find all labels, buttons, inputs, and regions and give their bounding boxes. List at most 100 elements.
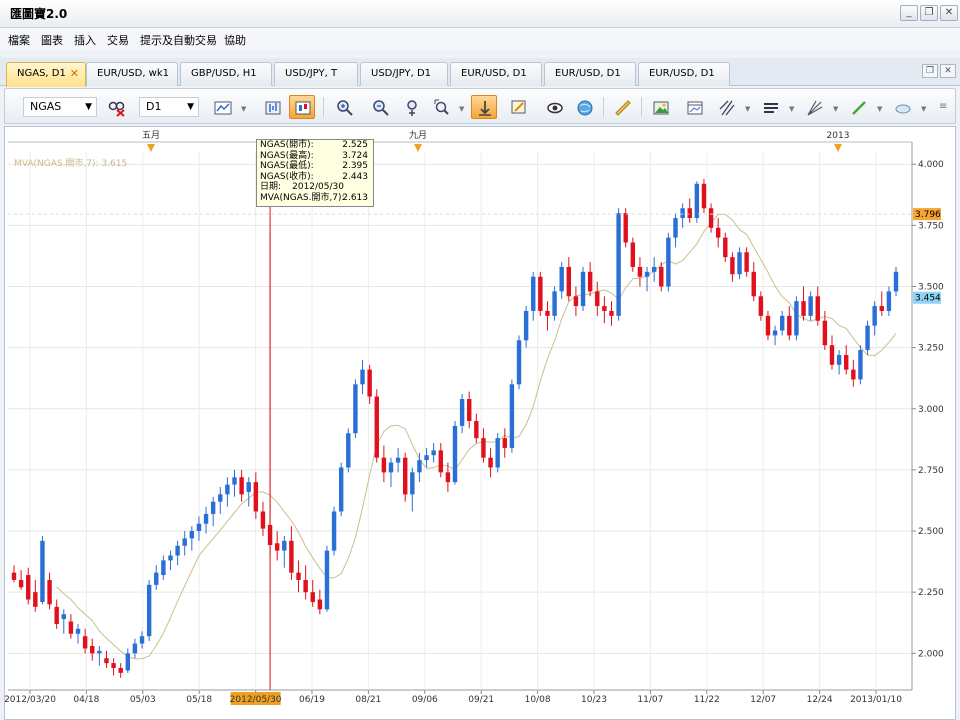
candle-body <box>801 301 806 316</box>
candle-body <box>538 276 543 311</box>
candle-body <box>715 227 721 238</box>
candle-body <box>751 271 756 297</box>
candle-body <box>815 296 820 321</box>
candle-body <box>196 523 202 532</box>
candle-body <box>509 384 515 448</box>
candle-body <box>82 636 88 649</box>
candle-body <box>794 301 799 336</box>
candle-body <box>374 396 379 458</box>
candle-body <box>467 398 472 421</box>
x-tick-label: 05/03 <box>130 695 156 705</box>
candle-body <box>623 213 628 243</box>
candle-body <box>438 450 443 473</box>
candle-body <box>146 584 152 637</box>
x-tick-label: 12/24 <box>807 695 833 705</box>
tooltip-label: NGAS(收市): <box>260 171 314 182</box>
candle-body <box>360 369 365 385</box>
candle-body <box>708 208 714 228</box>
candle-body <box>33 592 38 607</box>
candle-body <box>723 237 728 258</box>
y-tick-label: 2.500 <box>918 527 944 537</box>
candle-body <box>481 438 486 458</box>
x-tick-label: 08/21 <box>355 695 381 705</box>
y-tick-label: 3.250 <box>918 344 944 354</box>
x-tick-label: 09/21 <box>468 695 494 705</box>
candle-body <box>182 538 187 546</box>
candle-body <box>139 636 145 644</box>
candle-body <box>175 545 180 556</box>
candle-body <box>595 291 600 307</box>
y-tick-label: 2.000 <box>918 649 944 659</box>
candle-body <box>346 433 351 468</box>
ma-price-tag-label: 3.454 <box>915 294 941 304</box>
candle-body <box>11 572 17 580</box>
x-tick-label: 11/07 <box>637 695 663 705</box>
candle-body <box>616 213 621 316</box>
candle-body <box>744 252 749 272</box>
candle-body <box>659 266 664 287</box>
candle-body <box>495 438 500 468</box>
tooltip-value: 2.525 <box>342 140 368 150</box>
candle-body <box>452 425 458 483</box>
tooltip-label: NGAS(最低): <box>260 161 314 172</box>
candle-body <box>331 511 337 551</box>
candle-body <box>232 477 237 485</box>
candle-body <box>865 325 870 351</box>
candle-body <box>765 315 771 336</box>
candle-body <box>75 628 81 634</box>
tooltip-label: NGAS(開市): <box>260 140 314 150</box>
candle-body <box>687 208 692 219</box>
candle-body <box>296 572 301 580</box>
x-tick-label: 04/18 <box>73 695 99 705</box>
candle-body <box>523 310 529 341</box>
candle-body <box>125 653 131 671</box>
y-tick-label: 3.000 <box>918 405 944 415</box>
x-tick-label: 10/23 <box>581 695 607 705</box>
candle-body <box>474 421 479 439</box>
candle-body <box>403 457 408 495</box>
tooltip-label: MVA(NGAS.開市,7): <box>260 192 345 203</box>
candle-body <box>317 599 323 610</box>
candle-body <box>267 524 273 545</box>
candle-body <box>502 438 507 448</box>
top-marker-label: 2013 <box>827 131 850 141</box>
x-tick-label: 2013/01/10 <box>850 695 902 705</box>
top-marker-label: 九月 <box>409 130 427 141</box>
candle-body <box>701 183 707 209</box>
candle-body <box>118 667 123 673</box>
candle-body <box>808 296 813 316</box>
candle-body <box>104 658 109 664</box>
candle-body <box>338 467 344 512</box>
candle-body <box>730 257 735 275</box>
tooltip-value: 2012/05/30 <box>292 182 344 193</box>
candle-body <box>274 543 280 551</box>
candle-body <box>218 494 223 502</box>
candle-body <box>132 643 138 654</box>
x-tick-label: 2012/05/30 <box>230 695 282 705</box>
candle-body <box>367 369 372 397</box>
candle-body <box>68 621 74 634</box>
candle-body <box>353 384 358 434</box>
candle-body <box>253 482 259 512</box>
candle-body <box>97 650 102 654</box>
candle-body <box>324 550 330 610</box>
candle-body <box>303 579 308 593</box>
candle-body <box>737 252 742 275</box>
candle-body <box>111 663 116 668</box>
candle-body <box>282 540 287 551</box>
candle-body <box>54 606 59 624</box>
app-window: 匯圖寶2.0 _ ❐ ✕ 檔案 圖表 插入 交易 提示及自動交易 協助 NGAS… <box>0 0 960 720</box>
candle-body <box>260 511 266 529</box>
y-tick-label: 3.500 <box>918 283 944 293</box>
ohlc-tooltip: NGAS(開市): 2.525 NGAS(最高): 3.724 NGAS(最低): 2… <box>256 139 374 207</box>
candlestick-chart[interactable]: 2.000 2.250 2.500 2.750 3.000 3.250 3.500 3.750… <box>0 0 960 720</box>
x-tick-label: 05/18 <box>186 695 212 705</box>
candle-body <box>410 472 415 495</box>
candle-body <box>872 306 877 326</box>
candle-body <box>851 369 856 380</box>
candle-body <box>154 572 159 585</box>
indicator-label: MVA(NGAS.開市,7): 3.615 <box>14 159 128 169</box>
candle-body <box>417 460 422 473</box>
candle-body <box>246 482 251 492</box>
x-tick-label: 12/07 <box>750 695 776 705</box>
